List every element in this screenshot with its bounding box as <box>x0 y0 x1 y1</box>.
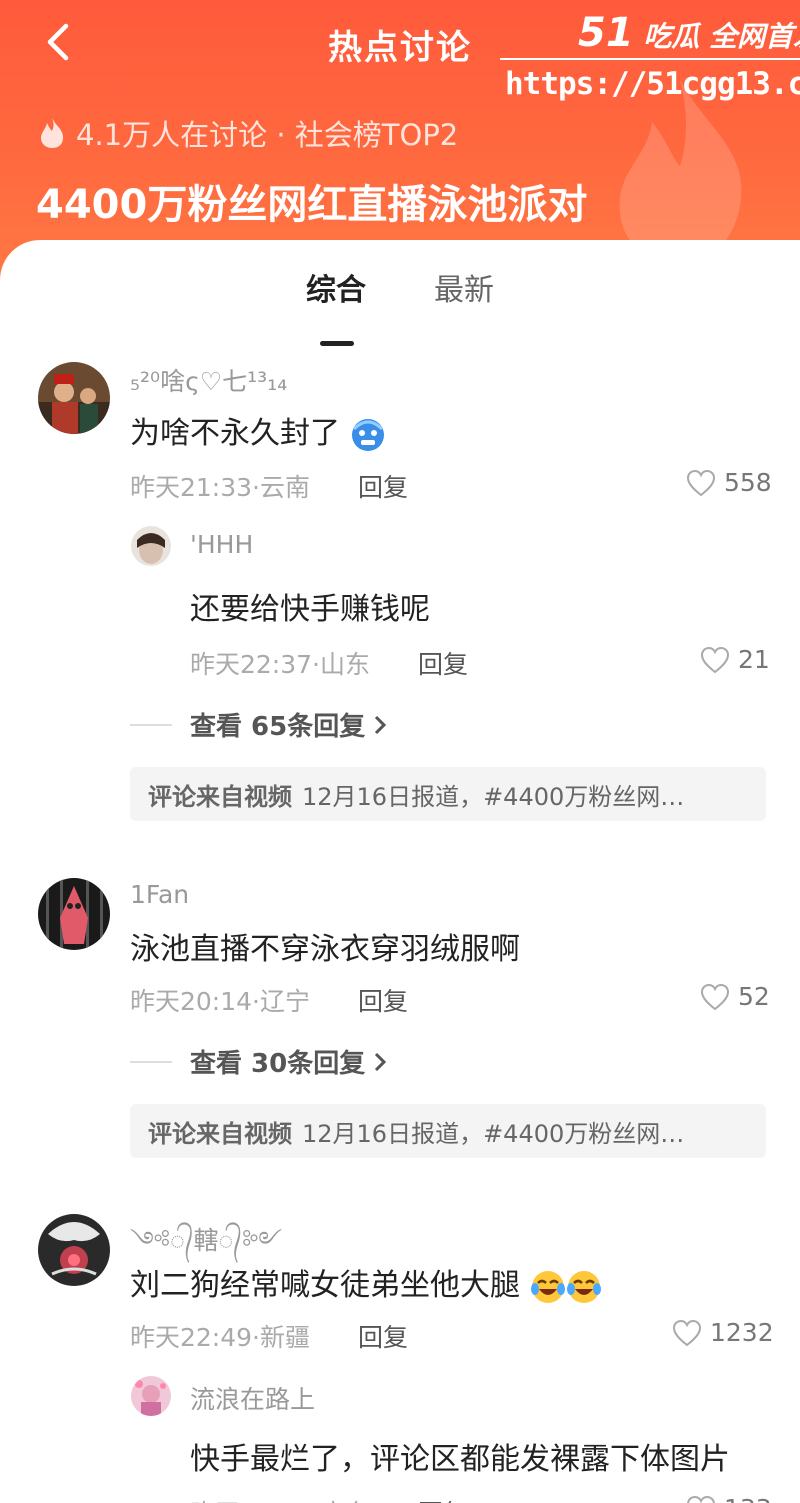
heart-icon <box>686 469 716 496</box>
comment-time-location: 昨天22:49·新疆 <box>130 1323 310 1352</box>
chevron-right-icon <box>375 715 387 734</box>
reply-button[interactable]: 回复 <box>358 982 408 1018</box>
tab-comprehensive[interactable]: 综合 <box>306 265 366 309</box>
source-text: 12月16日报道，#4400万粉丝网… <box>302 1119 685 1148</box>
video-source-link[interactable]: 评论来自视频 12月16日报道，#4400万粉丝网… <box>130 1104 766 1158</box>
like-count: 558 <box>724 468 772 497</box>
video-source-link[interactable]: 评论来自视频 12月16日报道，#4400万粉丝网… <box>130 767 766 821</box>
comment-text-body: 为啥不永久封了 <box>130 416 340 451</box>
reply-button[interactable]: 回复 <box>418 1494 468 1503</box>
view-more-replies[interactable]: 查看 65条回复 <box>130 706 387 743</box>
view-more-replies[interactable]: 查看 30条回复 <box>130 1043 387 1080</box>
topic-title: 4400万粉丝网红直播泳池派对 <box>36 182 588 228</box>
cold-face-emoji-icon <box>351 418 384 451</box>
watermark-brand-text: 吃瓜 全网首发 <box>643 20 800 53</box>
like-button[interactable]: 1232 <box>672 1318 774 1347</box>
like-count: 1232 <box>710 1318 774 1347</box>
tab-bar: 综合 最新 <box>0 265 800 346</box>
reply-button[interactable]: 回复 <box>418 645 468 681</box>
like-count: 21 <box>738 645 770 674</box>
source-label: 评论来自视频 <box>148 782 292 811</box>
discussion-meta: 4.1万人在讨论 · 社会榜TOP2 <box>38 112 458 154</box>
comment-text: 泳池直播不穿泳衣穿羽绒服啊 <box>130 932 520 967</box>
comment-time-location: 昨天20:14·辽宁 <box>130 987 310 1016</box>
heart-icon <box>700 983 730 1010</box>
divider-dash <box>130 1060 172 1063</box>
heart-icon <box>687 1495 715 1503</box>
divider-dash <box>130 723 172 726</box>
like-button[interactable]: 558 <box>686 468 772 497</box>
comment-time-location: 昨天21:33·云南 <box>130 473 310 502</box>
like-button[interactable]: 52 <box>700 982 770 1011</box>
chevron-right-icon <box>375 1052 387 1071</box>
like-count: 133 <box>724 1494 772 1503</box>
comment-text: 为啥不永久封了 <box>130 408 386 453</box>
source-label: 评论来自视频 <box>148 1119 292 1148</box>
reply-text: 还要给快手赚钱呢 <box>190 592 430 627</box>
heart-icon <box>700 646 730 673</box>
comment-username[interactable]: 1Fan <box>130 880 189 909</box>
discussion-meta-text: 4.1万人在讨论 · 社会榜TOP2 <box>76 118 459 152</box>
active-tab-indicator <box>320 341 354 346</box>
reply-button[interactable]: 回复 <box>358 1318 408 1354</box>
reply-text: 快手最烂了，评论区都能发裸露下体图片 <box>190 1442 730 1477</box>
watermark-url: https://51cgg13.com <box>505 66 800 102</box>
avatar[interactable] <box>131 1376 171 1416</box>
reply-username[interactable]: 流浪在路上 <box>190 1380 315 1416</box>
reply-time-location: 昨天23:01·广东 <box>190 1494 370 1503</box>
comment-username[interactable]: ₅²⁰啥ς♡七¹³₁₄ <box>130 362 287 398</box>
avatar[interactable] <box>38 362 110 434</box>
laughing-crying-emoji-icon <box>566 1270 601 1303</box>
comment-text-body: 刘二狗经常喊女徒弟坐他大腿 <box>130 1268 520 1303</box>
fire-icon <box>41 118 64 148</box>
laughing-crying-emoji-icon <box>530 1270 565 1303</box>
view-replies-label: 查看 65条回复 <box>190 712 366 742</box>
comments-card: 综合 最新 ₅²⁰啥ς♡七¹³₁₄ 为啥不永久封了 昨天21:33·云南 回复 … <box>0 240 800 1503</box>
reply-button[interactable]: 回复 <box>358 468 408 504</box>
avatar[interactable] <box>38 878 110 950</box>
source-text: 12月16日报道，#4400万粉丝网… <box>302 782 685 811</box>
like-button[interactable]: 21 <box>700 645 770 674</box>
reply-time-location: 昨天22:37·山东 <box>190 650 370 679</box>
tab-latest[interactable]: 最新 <box>434 265 494 309</box>
watermark-divider <box>500 58 800 60</box>
reply-username[interactable]: 'HHH <box>190 530 253 559</box>
heart-icon <box>672 1319 702 1346</box>
avatar[interactable] <box>131 526 171 566</box>
watermark-brand: 51 吃瓜 全网首发 <box>578 10 800 56</box>
comment-text: 刘二狗经常喊女徒弟坐他大腿 <box>130 1260 602 1305</box>
avatar[interactable] <box>38 1214 110 1286</box>
view-replies-label: 查看 30条回复 <box>190 1049 366 1079</box>
like-count: 52 <box>738 982 770 1011</box>
watermark-brand-number: 51 <box>578 10 634 56</box>
like-button[interactable]: 133 <box>686 1494 772 1503</box>
